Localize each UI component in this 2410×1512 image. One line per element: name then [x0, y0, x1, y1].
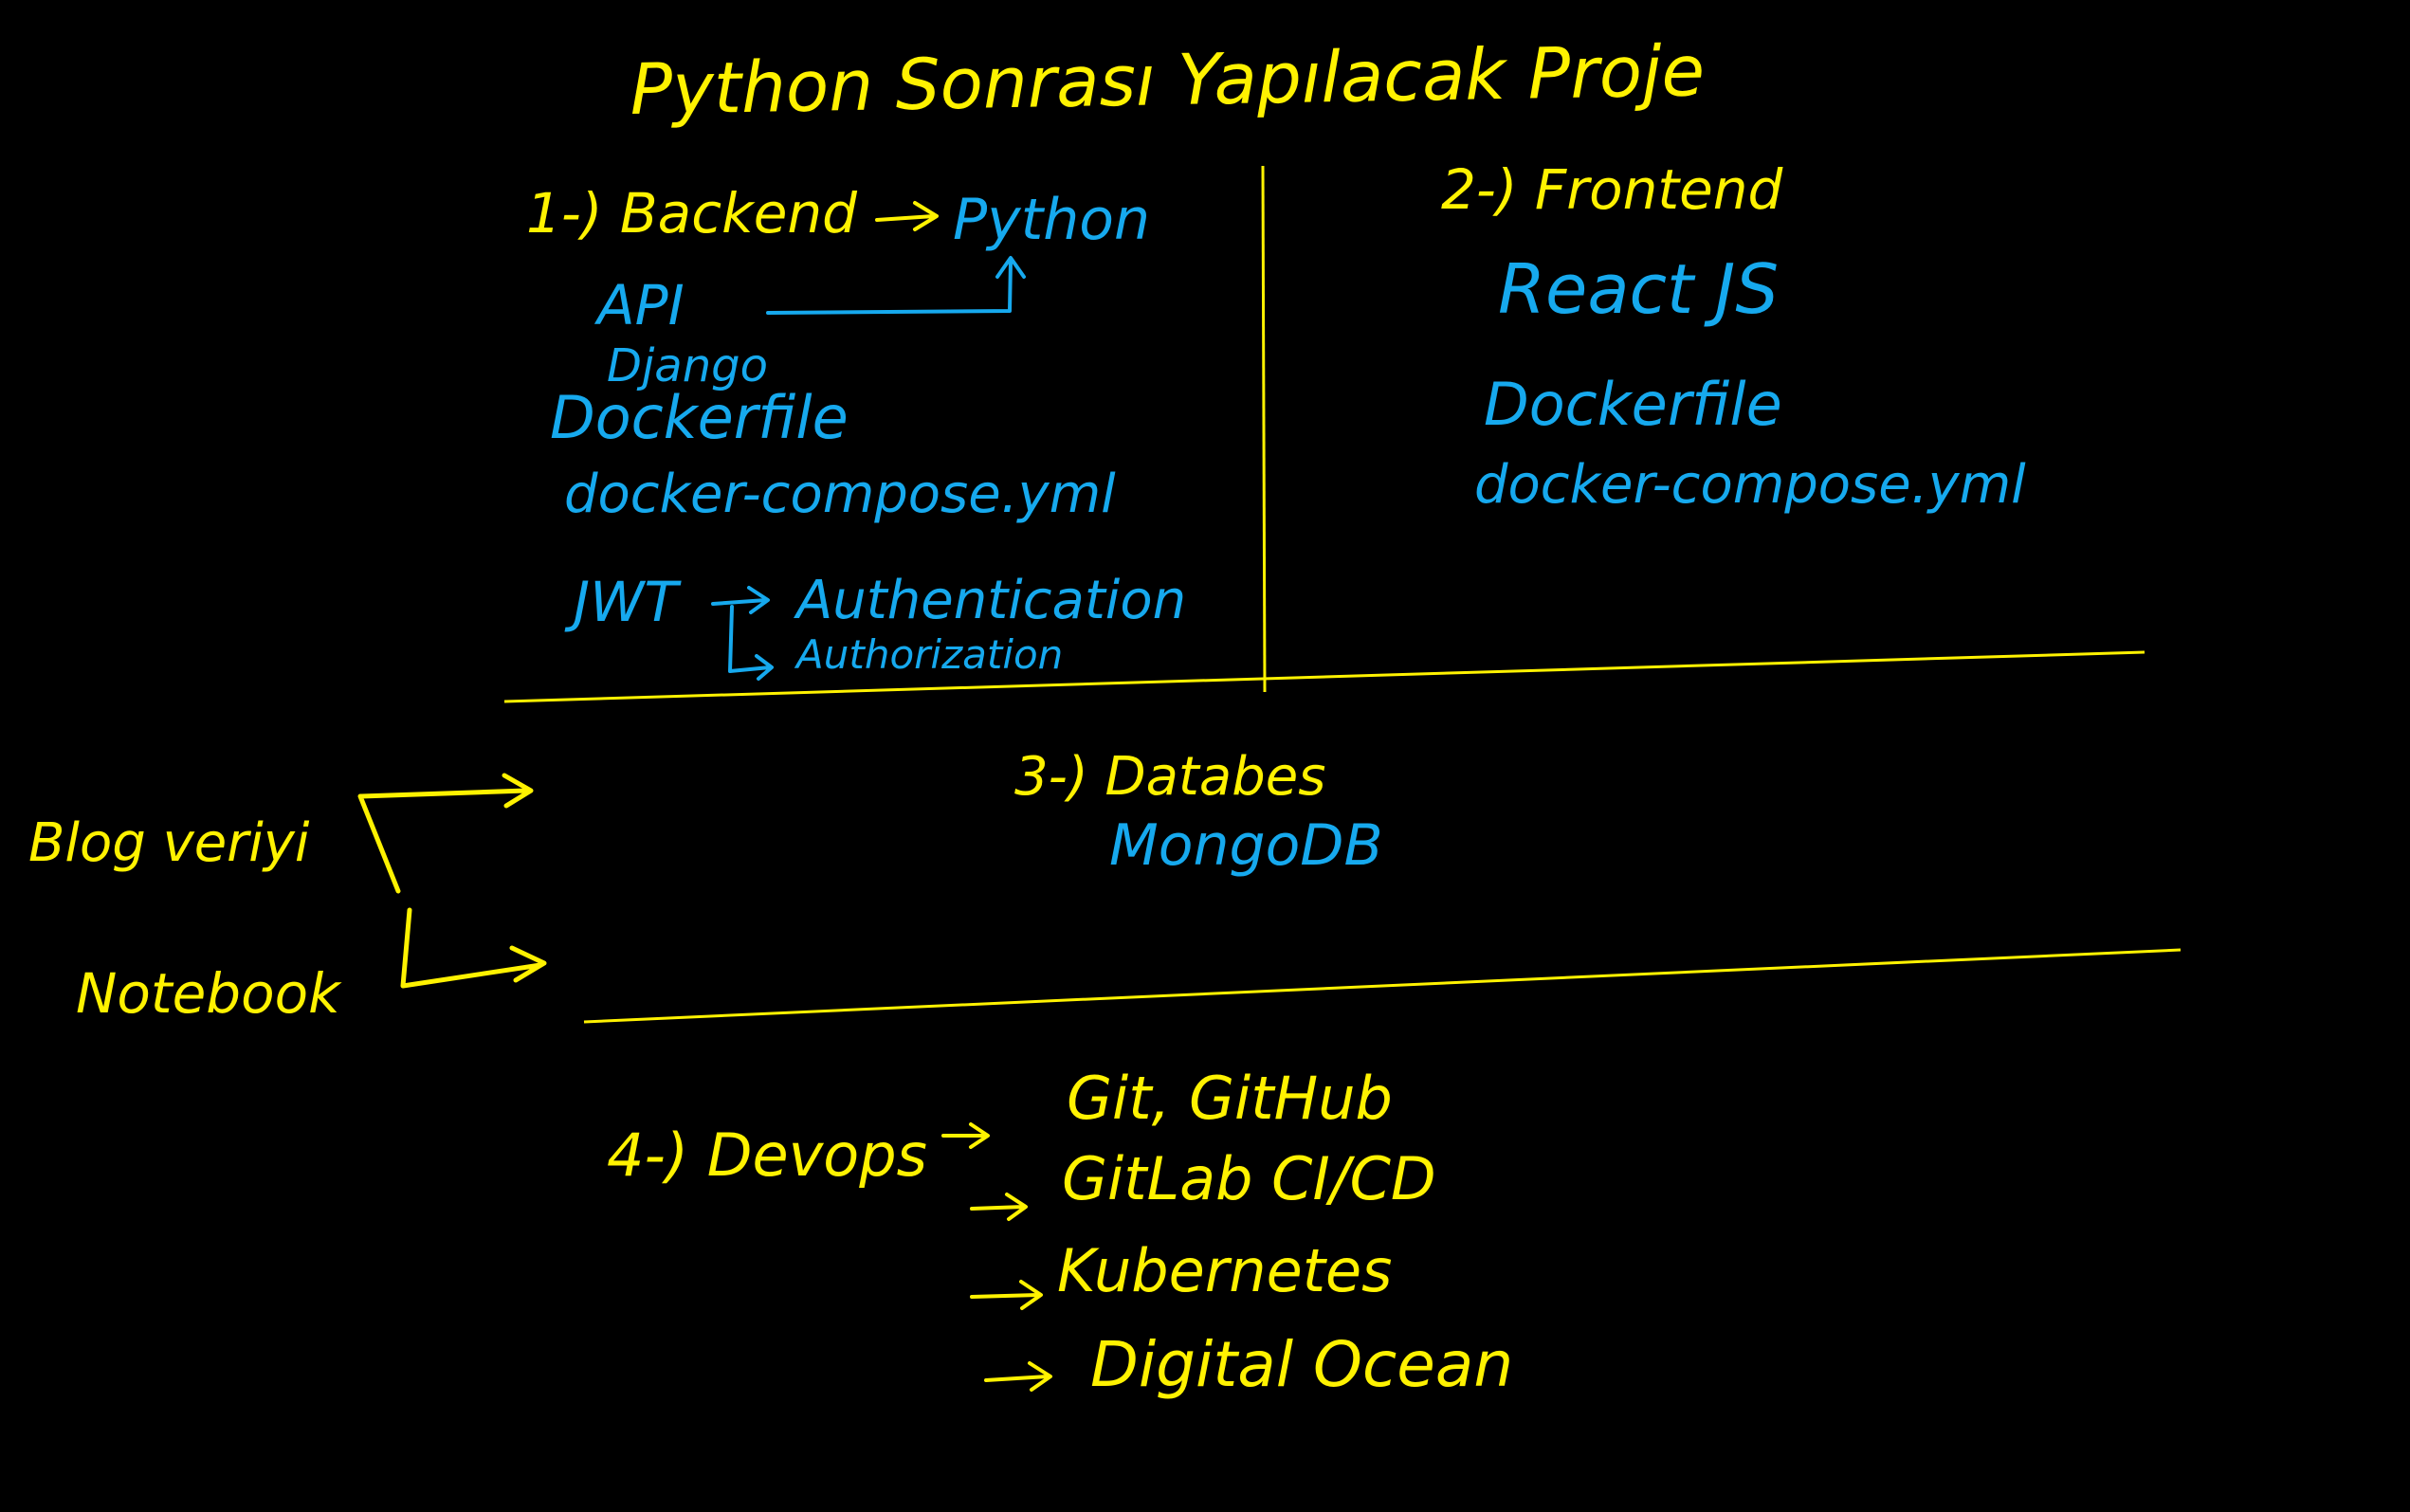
- arrow-right-icon: [941, 1122, 990, 1149]
- backend-jwt-authentication: Authentication: [794, 570, 1186, 631]
- backend-language: Python: [953, 187, 1150, 253]
- side-item-blog: Blog veriyi: [28, 812, 310, 874]
- side-item-notebook: Notebook: [76, 961, 342, 1026]
- arrow-right-icon: [970, 1280, 1043, 1310]
- elbow-arrow-icon: [766, 256, 1026, 315]
- arrow-right-icon: [970, 1193, 1028, 1221]
- devops-item-git: Git, GitHub: [1067, 1064, 1393, 1133]
- devops-section: 4-) Devops Git, GitHub GitLab CI/CD Kube…: [607, 1064, 1513, 1401]
- backend-section: 1-) Backend Python API Django Dockerfile…: [526, 181, 1186, 681]
- side-notes: Blog veriyi Notebook: [28, 773, 547, 1026]
- backend-item-jwt: JWT: [564, 570, 682, 634]
- database-heading: 3-) Databes: [1014, 746, 1325, 808]
- database-item-mongodb: MongoDB: [1109, 812, 1383, 879]
- backend-heading: 1-) Backend: [526, 181, 858, 246]
- frontend-section: 2-) Frontend React JS Dockerfile docker-…: [1441, 157, 2026, 516]
- frontend-item-react: React JS: [1498, 249, 1779, 329]
- vertical-divider: [1261, 165, 1267, 693]
- frontend-item-dockerfile: Dockerfile: [1484, 370, 1782, 439]
- arrow-right-icon: [875, 201, 939, 231]
- frontend-heading: 2-) Frontend: [1441, 157, 1784, 222]
- frontend-item-compose: docker-compose.yml: [1474, 454, 2026, 516]
- whiteboard-canvas: Python Sonrası Yapılacak Proje 1-) Backe…: [0, 0, 2410, 1512]
- backend-item-dockerfile: Dockerfile: [550, 383, 849, 452]
- backend-jwt-authorization: Authorization: [794, 631, 1063, 678]
- branch-down-arrow-icon: [728, 605, 774, 681]
- devops-item-gitlab: GitLab CI/CD: [1062, 1144, 1436, 1213]
- devops-item-kubernetes: Kubernetes: [1057, 1236, 1392, 1305]
- devops-heading: 4-) Devops: [607, 1120, 927, 1190]
- backend-item-api: API: [593, 273, 685, 337]
- horizontal-divider-top: [503, 650, 2145, 703]
- devops-item-digitalocean: Digital Ocean: [1090, 1328, 1513, 1401]
- arrow-right-icon: [984, 1361, 1052, 1392]
- bracket-arrow-up-icon: [357, 773, 534, 894]
- horizontal-divider-bottom: [583, 948, 2182, 1024]
- bracket-arrow-down-icon: [400, 907, 547, 989]
- board-title: Python Sonrası Yapılacak Proje: [630, 30, 1706, 131]
- branch-arrow-icon: [711, 586, 770, 614]
- backend-item-compose: docker-compose.yml: [564, 464, 1116, 525]
- database-section: 3-) Databes MongoDB: [1014, 746, 1383, 879]
